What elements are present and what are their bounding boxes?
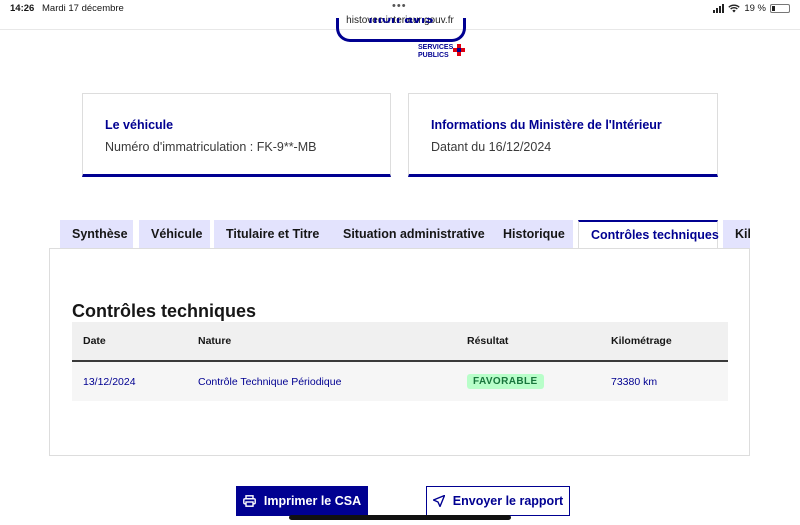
tab-historique[interactable]: Historique	[491, 220, 573, 249]
tab-panel: Contrôles techniques Date Nature Résulta…	[49, 248, 750, 456]
row-nature: Contrôle Technique Périodique	[198, 375, 342, 388]
ministry-card: Informations du Ministère de l'Intérieur…	[408, 93, 718, 177]
print-csa-label: Imprimer le CSA	[263, 494, 362, 508]
tab-vehicule[interactable]: Véhicule	[139, 220, 210, 249]
tab-kilometrage[interactable]: Kilométrage	[723, 220, 750, 249]
send-report-button[interactable]: Envoyer le rapport	[426, 486, 570, 516]
column-header-result: Résultat	[467, 335, 509, 347]
section-title: Contrôles techniques	[72, 301, 257, 321]
tab-bar: Synthèse Véhicule Titulaire et Titre Sit…	[60, 220, 750, 249]
logo-line-1: SERVICES	[418, 44, 454, 51]
controls-table: Date Nature Résultat Kilométrage 13/12/2…	[72, 322, 728, 401]
home-indicator[interactable]	[289, 515, 511, 520]
battery-percent: 19 %	[744, 3, 766, 14]
data-date: Datant du 16/12/2024	[431, 140, 552, 154]
tab-controles-techniques[interactable]: Contrôles techniques	[578, 220, 719, 249]
logo-line-2: PUBLICS	[418, 52, 449, 59]
status-date: Mardi 17 décembre	[42, 3, 124, 14]
tab-synthese[interactable]: Synthèse	[60, 220, 133, 249]
printer-icon	[242, 495, 256, 507]
mon-avis-button[interactable]: mon avis	[336, 18, 466, 42]
mon-avis-label: mon avis	[368, 18, 434, 27]
ministry-card-title: Informations du Ministère de l'Intérieur	[431, 118, 662, 132]
send-arrow-icon	[432, 495, 445, 507]
column-header-nature: Nature	[198, 335, 232, 347]
battery-icon	[770, 4, 790, 13]
signal-icon	[713, 4, 725, 13]
status-indicators: 19 %	[713, 3, 790, 14]
vehicle-card-title: Le véhicule	[105, 118, 174, 132]
table-header: Date Nature Résultat Kilométrage	[72, 322, 728, 362]
services-publics-logo: SERVICES PUBLICS	[418, 44, 453, 60]
more-dots-icon[interactable]: •••	[392, 0, 407, 12]
vehicle-card: Le véhicule Numéro d'immatriculation : F…	[82, 93, 391, 177]
column-header-mileage: Kilométrage	[611, 335, 672, 347]
row-result: FAVORABLE	[467, 362, 544, 401]
send-report-label: Envoyer le rapport	[452, 494, 564, 508]
services-publics-plus-icon	[453, 44, 465, 56]
table-row: 13/12/2024 Contrôle Technique Périodique…	[72, 362, 728, 401]
wifi-icon	[728, 4, 741, 13]
row-mileage: 73380 km	[611, 375, 658, 388]
row-date: 13/12/2024	[83, 375, 136, 388]
print-csa-button[interactable]: Imprimer le CSA	[236, 486, 368, 516]
column-header-date: Date	[83, 335, 106, 347]
status-badge: FAVORABLE	[467, 374, 544, 389]
registration-number: Numéro d'immatriculation : FK-9**-MB	[105, 140, 317, 154]
status-time: 14:26	[10, 3, 35, 14]
